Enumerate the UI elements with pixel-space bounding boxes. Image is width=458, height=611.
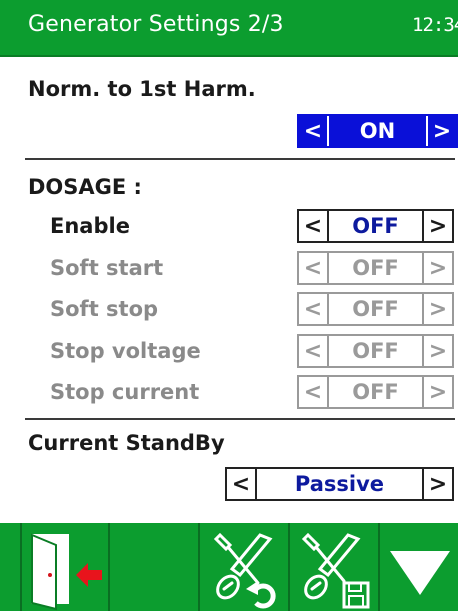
norm-selector[interactable]: < ON >: [297, 114, 458, 148]
tools-save-button[interactable]: [288, 523, 378, 611]
stop-current-value: OFF: [352, 380, 399, 404]
exit-button[interactable]: [20, 523, 108, 611]
norm-next-button[interactable]: >: [426, 116, 456, 146]
tools-undo-icon: [213, 532, 276, 609]
stop-current-next-button: >: [422, 377, 452, 407]
title-bar: Generator Settings 2/3 12:34: [0, 0, 458, 57]
soft-stop-prev-button: <: [299, 294, 329, 324]
enable-label: Enable: [50, 214, 130, 238]
empty-toolbar-slot: [108, 523, 198, 611]
tools-save-icon: [301, 532, 370, 609]
norm-value: ON: [359, 119, 396, 143]
enable-value: OFF: [352, 214, 399, 238]
dosage-heading: DOSAGE :: [28, 175, 142, 199]
page-title: Generator Settings 2/3: [28, 12, 284, 37]
soft-start-prev-button: <: [299, 253, 329, 283]
standby-label: Current StandBy: [28, 431, 225, 455]
stop-current-label: Stop current: [50, 380, 200, 404]
soft-start-selector: < OFF >: [297, 251, 454, 285]
stop-voltage-next-button: >: [422, 336, 452, 366]
exit-door-icon: [31, 533, 102, 611]
stop-voltage-selector: < OFF >: [297, 334, 454, 368]
norm-prev-button[interactable]: <: [299, 116, 329, 146]
stop-current-selector: < OFF >: [297, 375, 454, 409]
stop-current-prev-button: <: [299, 377, 329, 407]
stop-voltage-prev-button: <: [299, 336, 329, 366]
soft-stop-selector: < OFF >: [297, 292, 454, 326]
clock: 12:34: [412, 14, 458, 36]
stop-voltage-value: OFF: [352, 339, 399, 363]
bottom-toolbar: [0, 523, 458, 611]
enable-prev-button[interactable]: <: [299, 211, 329, 241]
enable-next-button[interactable]: >: [422, 211, 452, 241]
soft-start-label: Soft start: [50, 256, 164, 280]
divider: [25, 418, 455, 420]
soft-start-next-button: >: [422, 253, 452, 283]
soft-stop-next-button: >: [422, 294, 452, 324]
arrow-down-icon: [390, 551, 450, 595]
stop-voltage-label: Stop voltage: [50, 339, 201, 363]
soft-stop-label: Soft stop: [50, 297, 159, 321]
divider: [25, 158, 455, 160]
standby-next-button[interactable]: >: [422, 469, 452, 499]
soft-stop-value: OFF: [352, 297, 399, 321]
soft-start-value: OFF: [352, 256, 399, 280]
enable-selector[interactable]: < OFF >: [297, 209, 454, 243]
standby-value: Passive: [294, 472, 385, 496]
scroll-down-button[interactable]: [378, 523, 458, 611]
norm-label: Norm. to 1st Harm.: [28, 77, 256, 101]
standby-prev-button[interactable]: <: [227, 469, 257, 499]
standby-selector[interactable]: < Passive >: [225, 467, 454, 501]
tools-undo-button[interactable]: [198, 523, 288, 611]
